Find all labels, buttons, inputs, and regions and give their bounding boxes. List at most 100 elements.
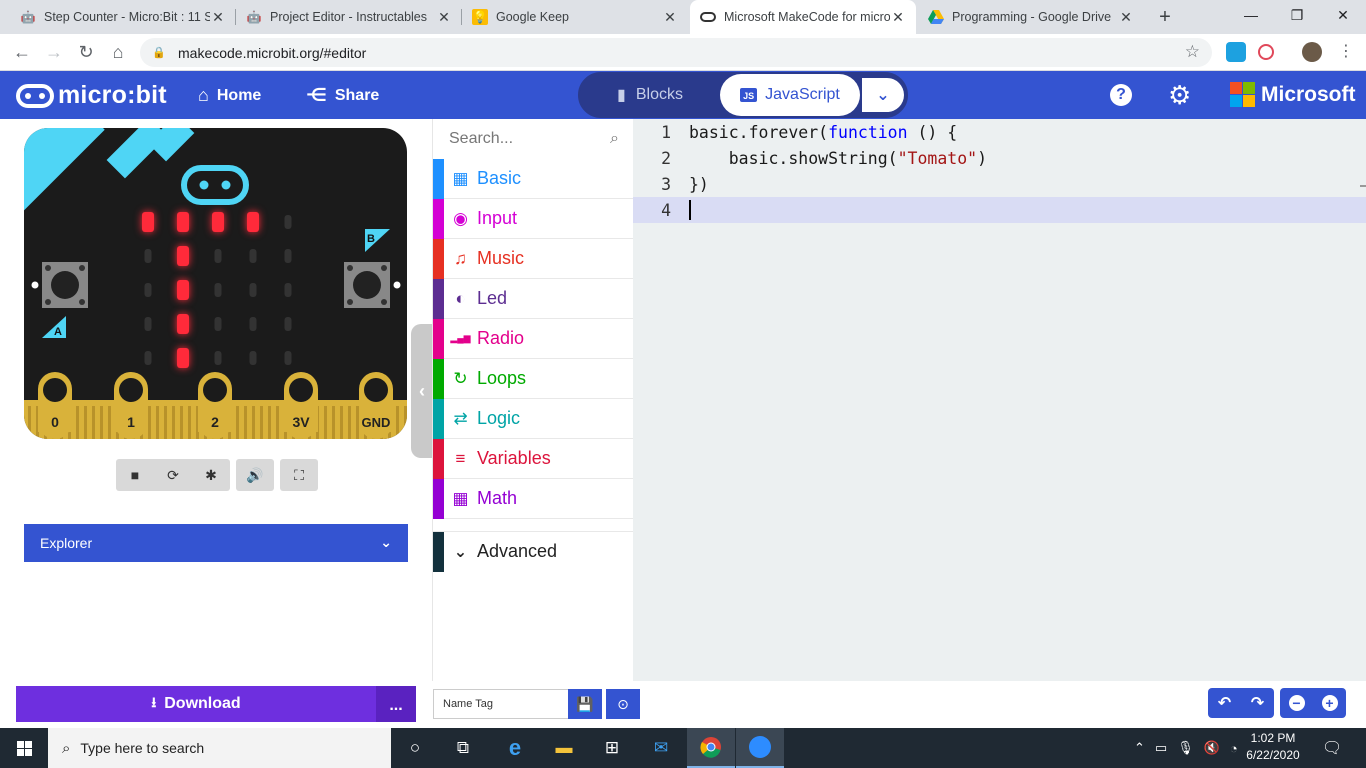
zoom-app-icon[interactable] <box>736 728 784 768</box>
toolbox-category-radio[interactable]: ▂▄▆ Radio <box>433 318 633 359</box>
browser-tab-active[interactable]: Microsoft MakeCode for micro ✕ <box>690 0 916 34</box>
code-line[interactable]: 1 basic.forever(function () { <box>633 119 1366 145</box>
browser-tab[interactable]: 🤖 Project Editor - Instructables ✕ <box>236 0 462 34</box>
share-button[interactable]: ⋲ Share <box>306 85 379 106</box>
toolbox-category-variables[interactable]: ≡ Variables <box>433 438 633 479</box>
face-logo-icon[interactable] <box>181 165 249 205</box>
forward-arrow-icon[interactable]: → <box>42 40 66 64</box>
toolbox-category-advanced[interactable]: ⌄ Advanced <box>433 531 633 572</box>
button-a-cap[interactable] <box>51 271 79 299</box>
reload-icon[interactable]: ↻ <box>74 40 98 64</box>
code-token: basic.showString( <box>689 148 898 168</box>
github-icon[interactable]: ⊙ <box>606 689 640 719</box>
toolbox-category-loops[interactable]: ↻ Loops <box>433 358 633 399</box>
browser-menu-icon[interactable]: ⋮ <box>1334 40 1358 64</box>
toolbox-category-music[interactable]: ♫ Music <box>433 238 633 279</box>
blocks-tab[interactable]: ▮ Blocks <box>580 74 720 116</box>
explorer-bar[interactable]: Explorer ⌄ <box>24 524 408 562</box>
profile-avatar[interactable] <box>1302 42 1322 62</box>
edge-browser-icon[interactable]: e <box>491 728 539 768</box>
code-line[interactable]: 3}) <box>633 171 1366 197</box>
new-tab-plus-icon[interactable]: + <box>1152 4 1178 30</box>
chrome-icon[interactable] <box>687 728 735 768</box>
button-b-cap[interactable] <box>353 271 381 299</box>
redo-icon[interactable]: ↷ <box>1251 693 1264 713</box>
toolbox-category-logic[interactable]: ⇄ Logic <box>433 398 633 439</box>
file-explorer-icon[interactable]: ▬ <box>540 728 588 768</box>
microsoft-logo[interactable]: Microsoft <box>1230 82 1356 107</box>
browser-tab[interactable]: 🤖 Step Counter - Micro:Bit : 11 St ✕ <box>10 0 236 34</box>
speaker-muted-icon[interactable]: 🔇 <box>1204 740 1220 756</box>
close-tab-icon[interactable]: ✕ <box>210 9 226 26</box>
search-icon[interactable]: ⌕ <box>610 130 619 148</box>
address-bar[interactable]: 🔒 makecode.microbit.org/#editor ☆ <box>140 38 1212 67</box>
taskbar-search[interactable]: ⌕ Type here to search <box>48 728 391 768</box>
notifications-icon[interactable]: 🗨 <box>1322 738 1342 758</box>
undo-icon[interactable]: ↶ <box>1218 693 1231 713</box>
extension-icon[interactable] <box>1258 44 1274 60</box>
toolbox-search[interactable]: Search... ⌕ <box>433 119 633 159</box>
restore-icon[interactable]: ❐ <box>1274 0 1320 30</box>
browser-tab[interactable]: Programming - Google Drive ✕ <box>918 0 1144 34</box>
line-number: 1 <box>661 122 671 142</box>
debug-bug-icon[interactable]: ✱ <box>192 467 230 484</box>
led-off <box>144 317 152 331</box>
close-tab-icon[interactable]: ✕ <box>662 9 678 26</box>
led-off <box>144 351 152 365</box>
system-tray: ⌃ ▭ 🎙 🔇 ◔ <box>1134 728 1238 768</box>
toolbox-category-basic[interactable]: ▦ Basic <box>433 158 633 199</box>
save-icon[interactable]: 💾 <box>568 689 602 719</box>
cortana-circle-icon[interactable]: ○ <box>391 728 439 768</box>
browser-toolbar: ← → ↻ ⌂ 🔒 makecode.microbit.org/#editor … <box>0 34 1366 71</box>
zoom-in-icon[interactable]: + <box>1321 695 1338 711</box>
code-line[interactable]: 2 basic.showString("Tomato") <box>633 145 1366 171</box>
code-editor[interactable]: 1 basic.forever(function () {2 basic.show… <box>633 119 1366 681</box>
taskbar-clock[interactable]: 1:02 PM 6/22/2020 <box>1236 730 1310 764</box>
category-color-bar <box>433 531 444 572</box>
fullscreen-icon[interactable]: ⛶ <box>280 467 318 484</box>
download-more-button[interactable]: ... <box>376 686 416 722</box>
language-dropdown-chevron-icon[interactable]: ⌄ <box>862 78 904 112</box>
javascript-tab[interactable]: JS JavaScript <box>720 74 860 116</box>
home-icon[interactable]: ⌂ <box>106 40 130 64</box>
project-name-input[interactable]: Name Tag <box>433 689 569 719</box>
stop-icon[interactable]: ■ <box>116 467 154 483</box>
store-icon[interactable]: ⊞ <box>588 728 636 768</box>
show-hidden-icons-icon[interactable]: ⌃ <box>1134 740 1145 756</box>
bookmark-star-icon[interactable]: ☆ <box>1185 42 1200 62</box>
volume-icon[interactable]: 🔊 <box>236 467 274 484</box>
minimize-icon[interactable]: — <box>1228 0 1274 30</box>
toolbox-category-math[interactable]: ▦ Math <box>433 478 633 519</box>
help-icon[interactable]: ? <box>1110 84 1132 106</box>
start-button[interactable] <box>0 728 48 768</box>
search-input[interactable]: Search... <box>449 130 513 148</box>
microphone-icon[interactable]: 🎙 <box>1177 740 1194 756</box>
browser-tab[interactable]: 💡 Google Keep ✕ <box>462 0 688 34</box>
battery-icon[interactable]: ▭ <box>1155 740 1167 756</box>
close-tab-icon[interactable]: ✕ <box>436 9 452 26</box>
taskbar-search-input[interactable]: Type here to search <box>80 740 204 756</box>
microbit-logo[interactable]: micro:bit <box>16 81 167 110</box>
restart-icon[interactable]: ⟳ <box>154 467 192 484</box>
zoom-out-icon[interactable]: − <box>1288 695 1305 711</box>
simulator-controls: ■ ⟳ ✱ 🔊 ⛶ <box>116 459 324 491</box>
code-line[interactable]: 4 <box>633 197 1366 223</box>
close-tab-icon[interactable]: ✕ <box>1118 9 1134 26</box>
collapse-simulator-chevron-icon[interactable]: ‹ <box>411 324 433 458</box>
download-button[interactable]: ⭳ Download <box>16 686 376 722</box>
toolbox-category-led[interactable]: ◐ Led <box>433 278 633 319</box>
home-button[interactable]: ⌂ Home <box>198 85 261 106</box>
back-arrow-icon[interactable]: ← <box>10 40 34 64</box>
toolbox-category-input[interactable]: ◉ Input <box>433 198 633 239</box>
makecode-icon <box>700 12 716 22</box>
gear-icon[interactable]: ⚙ <box>1168 80 1191 111</box>
home-icon: ⌂ <box>198 85 209 105</box>
category-color-bar <box>433 278 444 319</box>
download-icon: ⭳ <box>151 694 157 710</box>
connector-tooth <box>188 406 191 439</box>
extension-icon[interactable] <box>1226 42 1246 62</box>
mail-icon[interactable]: ✉ <box>637 728 685 768</box>
task-view-icon[interactable]: ⧉ <box>439 728 487 768</box>
close-window-icon[interactable]: ✕ <box>1320 0 1366 30</box>
close-tab-icon[interactable]: ✕ <box>890 9 906 26</box>
